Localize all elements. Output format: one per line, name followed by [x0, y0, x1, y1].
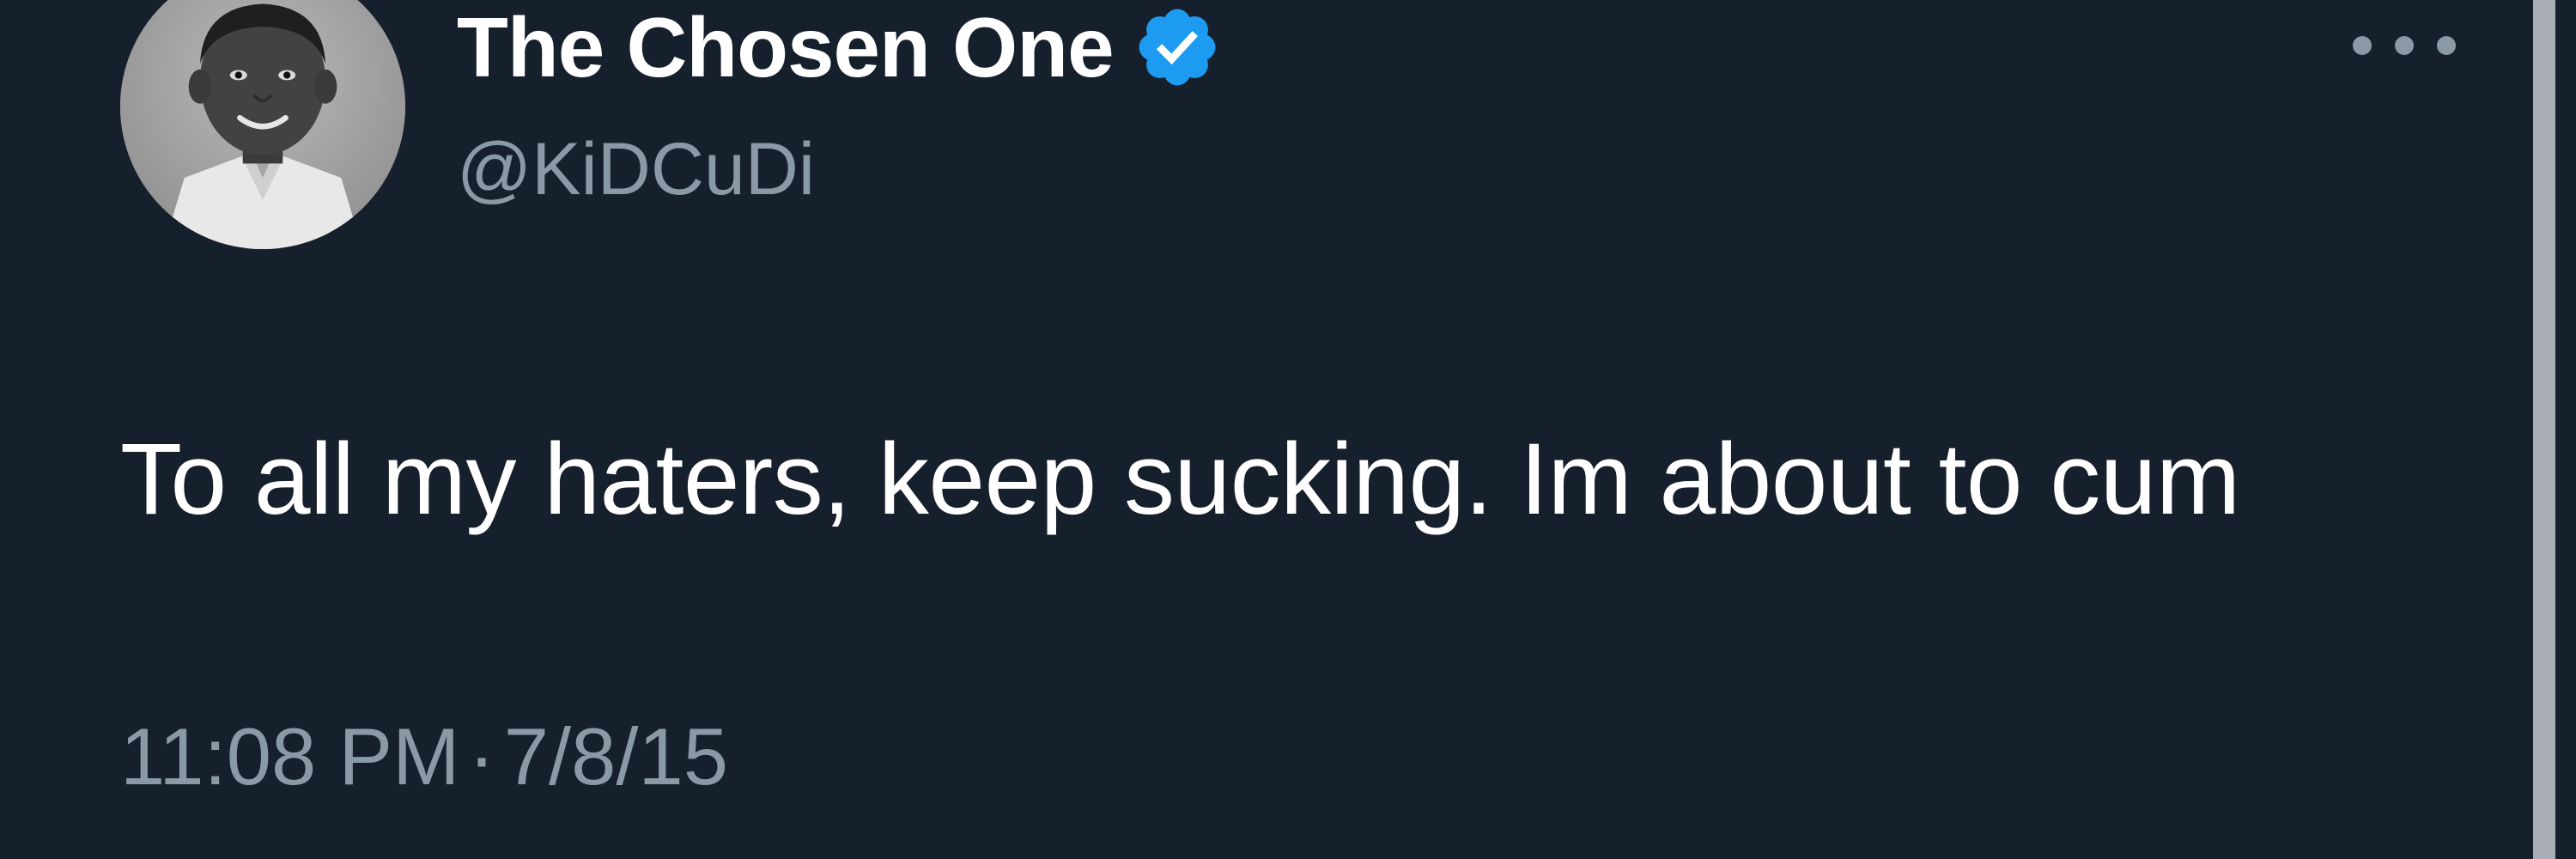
scrollbar[interactable]	[2533, 0, 2555, 859]
tweet-card: The Chosen One @KiDCuDi To all my haters…	[0, 0, 2576, 859]
name-row: The Chosen One	[457, 0, 1222, 94]
display-name[interactable]: The Chosen One	[457, 0, 1115, 94]
more-options-icon	[2353, 36, 2372, 55]
tweet-text: To all my haters, keep sucking. Im about…	[120, 423, 2240, 536]
timestamp-separator: ·	[468, 711, 495, 801]
more-options-button[interactable]	[2353, 26, 2456, 65]
user-handle[interactable]: @KiDCuDi	[457, 122, 815, 216]
more-options-icon	[2395, 36, 2414, 55]
tweet-date: 7/8/15	[503, 711, 729, 801]
more-options-icon	[2437, 36, 2456, 55]
tweet-time: 11:08 PM	[120, 711, 460, 801]
avatar-photo-icon	[120, 0, 405, 249]
verified-badge-icon	[1133, 3, 1222, 92]
timestamp[interactable]: 11:08 PM · 7/8/15	[120, 710, 728, 804]
avatar[interactable]	[120, 0, 405, 249]
